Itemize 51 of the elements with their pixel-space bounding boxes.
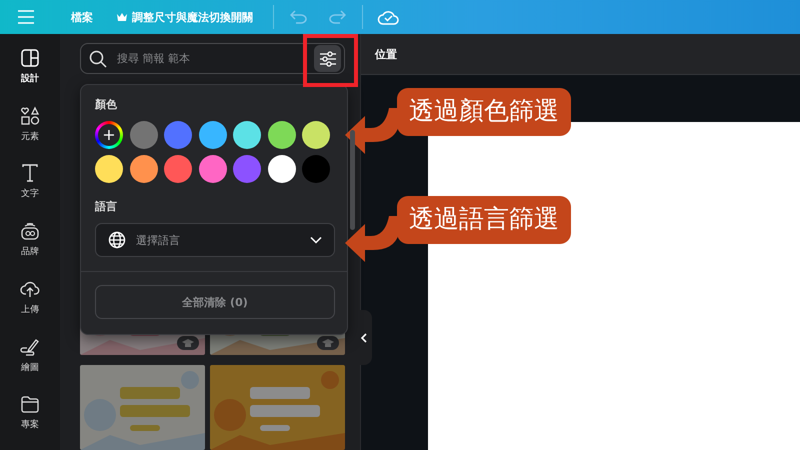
sliders-icon <box>318 50 336 67</box>
text-icon <box>20 163 40 184</box>
redo-icon <box>328 10 346 24</box>
position-title: 位置 <box>375 46 397 62</box>
search-field[interactable]: 搜尋 簡報 範本 <box>80 43 345 74</box>
crown-icon <box>117 13 127 21</box>
undo-icon <box>290 10 308 24</box>
color-swatch[interactable] <box>164 155 192 183</box>
section-title: 語言 <box>95 199 118 214</box>
rail-tab[interactable]: 設計 <box>0 46 60 104</box>
color-swatch[interactable] <box>130 155 158 183</box>
filter-button[interactable] <box>314 45 341 72</box>
callout-label: 透過語言篩選 <box>397 196 571 244</box>
rail-tab[interactable]: 文字 <box>0 161 60 220</box>
language-dropdown[interactable]: 選擇語言 <box>95 223 335 257</box>
highlight-frame <box>303 34 358 87</box>
color-swatch[interactable] <box>130 121 158 149</box>
menu-icon <box>17 10 35 24</box>
color-swatch[interactable] <box>302 155 330 183</box>
color-swatch[interactable] <box>268 121 296 149</box>
color-swatch[interactable] <box>233 155 261 183</box>
section-title: 顏色 <box>95 97 118 112</box>
rail-tab[interactable]: 專案 <box>0 392 60 450</box>
rail-tab[interactable]: 上傳 <box>0 276 60 335</box>
cloud-check-icon <box>377 8 399 26</box>
search-input[interactable]: 搜尋 簡報 範本 <box>115 51 306 66</box>
search-icon <box>89 50 107 68</box>
color-swatch[interactable] <box>233 121 261 149</box>
shapes-icon <box>20 106 40 126</box>
add-color-button[interactable]: + <box>95 121 123 149</box>
globe-icon <box>108 231 126 249</box>
callout-label: 透過顏色篩選 <box>397 88 571 136</box>
pen-icon <box>20 336 40 357</box>
chevron-down-icon <box>310 236 322 244</box>
clear-all-button[interactable]: 全部清除 (0) <box>95 285 335 319</box>
rail-tab[interactable]: 元素 <box>0 104 60 162</box>
layout-icon <box>20 48 40 68</box>
color-swatch[interactable] <box>268 155 296 183</box>
rail-tab[interactable]: 品牌 <box>0 219 60 277</box>
color-swatch[interactable] <box>198 121 226 149</box>
graduation-cap-icon <box>322 338 334 348</box>
color-swatch[interactable] <box>95 155 123 183</box>
chevron-left-icon <box>360 332 368 342</box>
brand-icon <box>20 221 40 242</box>
scrollbar[interactable] <box>350 130 355 230</box>
color-swatch[interactable] <box>198 155 226 183</box>
folder-icon <box>20 394 40 414</box>
color-swatch[interactable] <box>164 121 192 149</box>
graduation-cap-icon <box>182 338 194 348</box>
rail-tab[interactable]: 繪圖 <box>0 334 60 392</box>
color-swatch[interactable] <box>302 121 330 149</box>
